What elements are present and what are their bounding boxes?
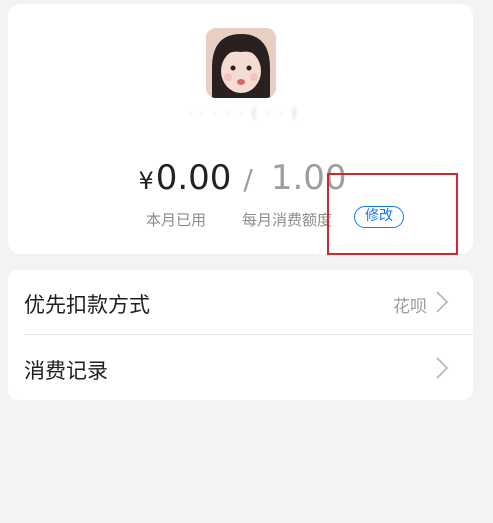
list-item-payment-method[interactable]: 优先扣款方式 花呗 <box>8 270 473 335</box>
used-amount: 0.00 <box>155 158 232 198</box>
highlight-annotation <box>327 173 458 255</box>
currency-symbol: ¥ <box>138 167 154 195</box>
divider <box>24 334 473 335</box>
settings-list: 优先扣款方式 花呗 消费记录 <box>8 270 473 400</box>
quota-label: 每月消费额度 <box>242 211 333 229</box>
used-label: 本月已用 <box>146 211 207 229</box>
amount-separator: / <box>243 163 253 196</box>
nickname: · · · · · ( · · ) <box>187 106 299 122</box>
chevron-right-icon <box>436 357 449 379</box>
list-item-label: 消费记录 <box>24 359 108 383</box>
avatar-image <box>206 28 276 98</box>
avatar <box>206 28 276 98</box>
chevron-right-icon <box>436 291 449 313</box>
list-item-value: 花呗 <box>393 297 427 317</box>
list-item-consumption-records[interactable]: 消费记录 <box>8 336 473 400</box>
list-item-label: 优先扣款方式 <box>24 293 150 317</box>
